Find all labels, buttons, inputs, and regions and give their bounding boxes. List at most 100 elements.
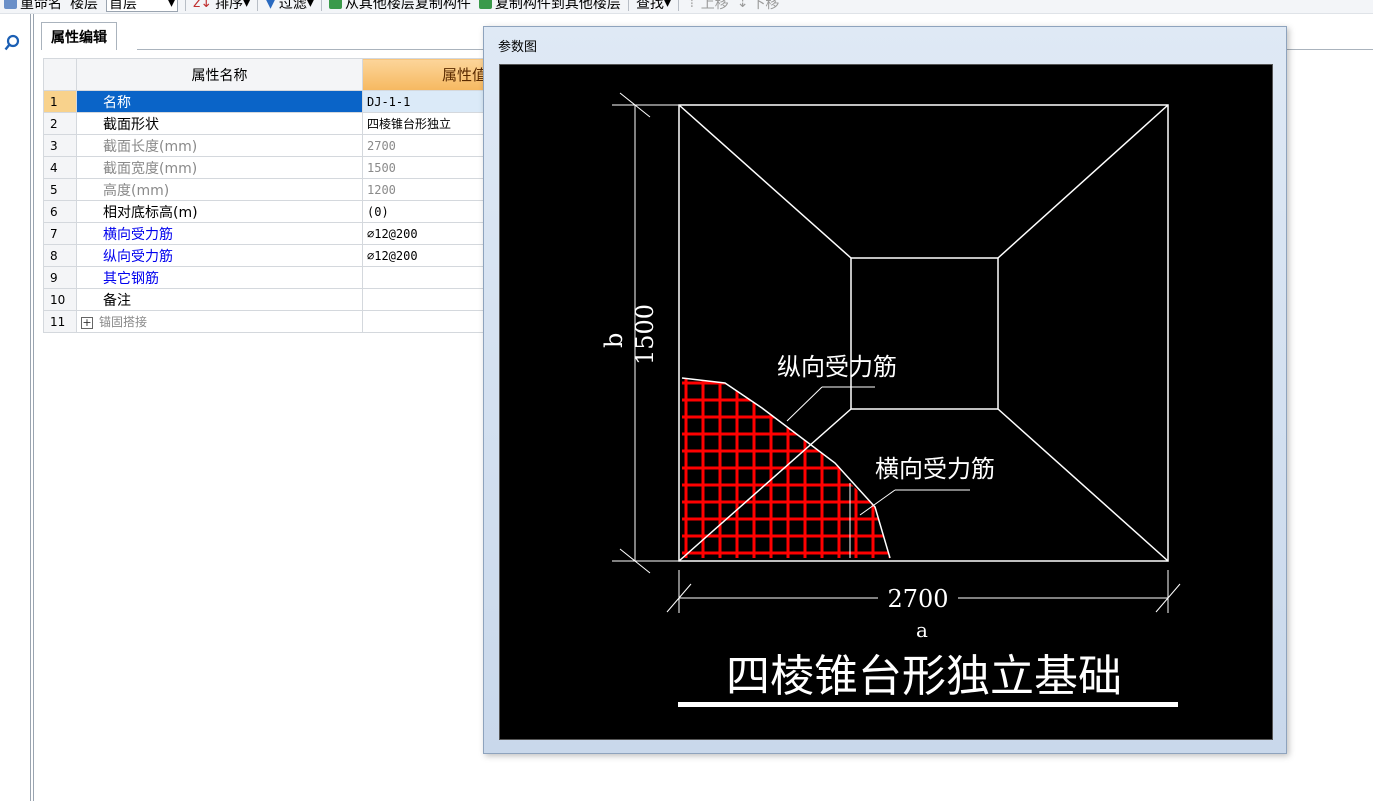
property-row[interactable]: 3 截面长度(mm) 2700	[43, 134, 494, 157]
move-up-button[interactable]: ⇡ 上移	[682, 0, 733, 13]
property-row[interactable]: 6 相对底标高(m) (0)	[43, 200, 494, 223]
toolbar-divider	[627, 0, 629, 11]
toolbar-divider	[320, 0, 322, 11]
row-number: 5	[43, 178, 77, 201]
property-row[interactable]: 11 + 锚固搭接	[43, 310, 494, 333]
property-name-cell[interactable]: 高度(mm)	[76, 178, 363, 201]
move-down-button[interactable]: ⇣ 下移	[733, 0, 784, 13]
copy-to-floor-button[interactable]: 复制构件到其他楼层	[475, 0, 625, 13]
property-name-cell[interactable]: 截面宽度(mm)	[76, 156, 363, 179]
row-number: 9	[43, 266, 77, 289]
move-up-label: 上移	[700, 0, 729, 12]
floor-select-value: 首层	[109, 0, 137, 12]
row-number: 2	[43, 112, 77, 135]
copy-from-label: 从其他楼层复制构件	[344, 0, 471, 12]
chevron-down-icon: ▾	[306, 0, 314, 11]
dialog-title[interactable]: 参数图	[484, 27, 1286, 63]
row-number: 3	[43, 134, 77, 157]
param-diagram-dialog: 参数图 1500 b 2700 a 纵向受力筋 横向受力筋 四棱锥台形独立基础	[483, 26, 1287, 754]
copy-from-icon	[328, 0, 342, 9]
chevron-down-icon: ▾	[167, 0, 175, 11]
diagram-canvas: 1500 b 2700 a 纵向受力筋 横向受力筋 四棱锥台形独立基础	[499, 64, 1273, 740]
top-outline	[850, 257, 999, 410]
sort-icon: z↓	[193, 0, 213, 11]
property-value-cell[interactable]	[362, 288, 494, 311]
chevron-down-icon: ▾	[243, 0, 251, 11]
row-number: 6	[43, 200, 77, 223]
toolbar-divider	[185, 0, 186, 11]
property-value-cell[interactable]	[362, 266, 494, 289]
property-value-cell[interactable]: 四棱锥台形独立	[362, 112, 494, 135]
expand-plus-icon[interactable]: +	[81, 317, 93, 329]
tab-property-edit[interactable]: 属性编辑	[41, 22, 117, 50]
filter-label: 过滤	[278, 0, 307, 12]
property-name-cell[interactable]: 名称	[76, 90, 363, 113]
diagram-caption: 四棱锥台形独立基础	[726, 651, 1122, 702]
property-name-cell[interactable]: 截面形状	[76, 112, 363, 135]
slope-edge	[997, 104, 1169, 259]
property-value-cell[interactable]: 1200	[362, 178, 494, 201]
row-number: 10	[43, 288, 77, 311]
property-row[interactable]: 5 高度(mm) 1200	[43, 178, 494, 201]
find-button[interactable]: 查找 ▾	[632, 0, 675, 13]
property-row[interactable]: 8 纵向受力筋 ⌀12@200	[43, 244, 494, 267]
dim-height-value: 1500	[631, 304, 659, 365]
property-row[interactable]: 1 名称 DJ-1-1	[43, 90, 494, 113]
sort-label: 排序	[215, 0, 244, 12]
property-name-cell[interactable]: 相对底标高(m)	[76, 200, 363, 223]
property-name-cell[interactable]: 横向受力筋	[76, 222, 363, 245]
rename-icon	[4, 0, 17, 9]
slope-edge	[678, 104, 852, 259]
grid-corner	[43, 58, 77, 91]
sort-button[interactable]: z↓ 排序 ▾	[189, 0, 254, 13]
move-down-label: 下移	[751, 0, 780, 12]
property-row[interactable]: 10 备注	[43, 288, 494, 311]
header-property-name[interactable]: 属性名称	[76, 58, 363, 91]
label-transverse-rebar: 横向受力筋	[875, 455, 995, 483]
floor-select[interactable]: 首层 ▾	[106, 0, 178, 12]
dim-width-symbol: a	[916, 618, 928, 642]
dim-width-value: 2700	[887, 585, 948, 613]
property-value-cell[interactable]: DJ-1-1	[362, 90, 494, 113]
dim-height-symbol: b	[600, 333, 628, 348]
property-row[interactable]: 4 截面宽度(mm) 1500	[43, 156, 494, 179]
row-number: 11	[43, 310, 77, 333]
toolbar: 重命名 楼层 首层 ▾ z↓ 排序 ▾ ▼ 过滤 ▾ 从其他楼层复制构件 复制构…	[0, 0, 1373, 14]
search-icon[interactable]	[4, 34, 22, 52]
rename-button[interactable]: 重命名	[0, 0, 66, 13]
property-name-cell[interactable]: 备注	[76, 288, 363, 311]
property-name-cell[interactable]: + 锚固搭接	[76, 310, 363, 333]
property-grid: 属性名称 属性值 1 名称 DJ-1-1 2 截面形状 四棱锥台形独立 3 截面长度(mm) 2…	[43, 58, 494, 333]
copy-to-icon	[478, 0, 492, 9]
leader-line	[786, 386, 823, 422]
grid-header-row: 属性名称 属性值	[43, 58, 494, 91]
slope-edge	[997, 408, 1169, 562]
copy-to-label: 复制构件到其他楼层	[494, 0, 621, 12]
property-row[interactable]: 7 横向受力筋 ⌀12@200	[43, 222, 494, 245]
left-panel-strip	[0, 14, 36, 801]
base-outline	[678, 104, 1169, 562]
property-name-cell[interactable]: 截面长度(mm)	[76, 134, 363, 157]
find-label: 查找	[635, 0, 664, 12]
property-row[interactable]: 9 其它钢筋	[43, 266, 494, 289]
toolbar-divider	[257, 0, 259, 11]
foundation-diagram: 1500 b 2700 a 纵向受力筋 横向受力筋 四棱锥台形独立基础	[600, 92, 1181, 707]
property-row[interactable]: 2 截面形状 四棱锥台形独立	[43, 112, 494, 135]
property-name-cell[interactable]: 其它钢筋	[76, 266, 363, 289]
property-name-cell[interactable]: 纵向受力筋	[76, 244, 363, 267]
rename-label: 重命名	[20, 0, 62, 12]
property-value-cell[interactable]: (0)	[362, 200, 494, 223]
arrow-down-icon: ⇣	[736, 0, 749, 11]
filter-button[interactable]: ▼ 过滤 ▾	[261, 0, 318, 13]
row-number: 7	[43, 222, 77, 245]
header-property-value[interactable]: 属性值	[362, 58, 494, 91]
property-value-cell[interactable]: 1500	[362, 156, 494, 179]
property-value-cell[interactable]: ⌀12@200	[362, 222, 494, 245]
property-name-label: 锚固搭接	[99, 315, 148, 329]
property-value-cell[interactable]: 2700	[362, 134, 494, 157]
property-value-cell[interactable]: ⌀12@200	[362, 244, 494, 267]
panel-divider	[33, 14, 34, 801]
copy-from-floor-button[interactable]: 从其他楼层复制构件	[325, 0, 475, 13]
label-longitudinal-rebar: 纵向受力筋	[777, 353, 897, 381]
property-value-cell[interactable]	[362, 310, 494, 333]
